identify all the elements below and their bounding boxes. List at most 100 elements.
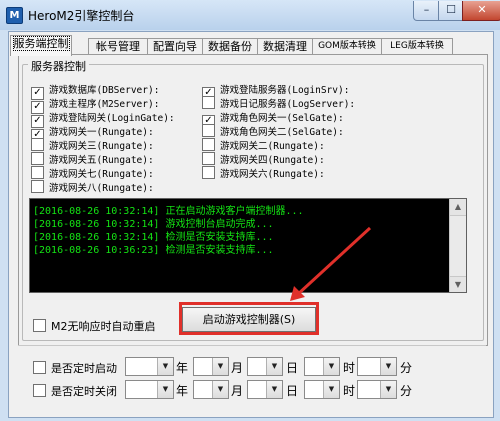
- chevron-down-icon: ▼: [157, 381, 173, 398]
- tab-label: LEG版本转换: [390, 41, 444, 51]
- console-line: [2016-08-26 10:36:23] 检测是否安装支持库...: [33, 245, 274, 256]
- checkbox-rungate-6[interactable]: 游戏网关六(Rungate):: [202, 166, 325, 180]
- checkbox-logingate[interactable]: ✓ 游戏登陆网关(LoginGate):: [31, 110, 175, 128]
- tab-server-control[interactable]: 服务端控制: [10, 35, 72, 56]
- year-select[interactable]: ▼: [125, 357, 174, 376]
- checkbox-auto-restart[interactable]: M2无响应时自动重启: [33, 318, 156, 334]
- tab-data-backup[interactable]: 数据备份: [202, 38, 258, 54]
- checkbox-rungate-3[interactable]: 游戏网关三(Rungate):: [31, 138, 154, 152]
- unit-label: 时: [343, 384, 356, 398]
- checkbox-label: 游戏登陆网关(LoginGate):: [49, 113, 175, 124]
- checkbox-rungate-4[interactable]: 游戏网关四(Rungate):: [202, 152, 325, 166]
- chevron-down-icon: ▼: [212, 381, 228, 398]
- checkbox-rungate-8[interactable]: 游戏网关八(Rungate):: [31, 180, 154, 194]
- tab-config-wizard[interactable]: 配置向导: [147, 38, 203, 54]
- month-select[interactable]: ▼: [193, 357, 229, 376]
- day-select[interactable]: ▼: [247, 357, 283, 376]
- unit-label: 月: [231, 361, 244, 375]
- day-select[interactable]: ▼: [247, 380, 283, 399]
- checkbox-schedule-stop[interactable]: 是否定时关闭: [33, 383, 117, 399]
- checkbox-dbserver[interactable]: ✓ 游戏数据库(DBServer):: [31, 82, 160, 100]
- hour-select[interactable]: ▼: [304, 380, 340, 399]
- close-button[interactable]: ✕: [462, 1, 500, 21]
- checkbox-schedule-start[interactable]: 是否定时启动: [33, 360, 117, 376]
- start-controller-button[interactable]: 启动游戏控制器(S): [182, 307, 316, 332]
- checkbox-box[interactable]: [33, 319, 46, 332]
- checkbox-rungate-1[interactable]: ✓ 游戏网关一(Rungate):: [31, 124, 154, 142]
- checkbox-box[interactable]: [33, 384, 46, 397]
- unit-label: 年: [176, 384, 189, 398]
- checkbox-label: 游戏角色网关二(SelGate):: [220, 127, 344, 138]
- tab-label: 数据清理: [263, 40, 307, 53]
- checkbox-label: 是否定时关闭: [51, 385, 117, 398]
- checkbox-label: 游戏网关八(Rungate):: [49, 183, 154, 194]
- checkbox-label: 游戏网关二(Rungate):: [220, 141, 325, 152]
- checkbox-box[interactable]: [202, 96, 215, 109]
- checkbox-label: 游戏网关五(Rungate):: [49, 155, 154, 166]
- minute-select[interactable]: ▼: [357, 380, 397, 399]
- checkbox-selgate-2[interactable]: 游戏角色网关二(SelGate):: [202, 124, 344, 138]
- divider: [18, 345, 486, 346]
- checkbox-box[interactable]: [31, 166, 44, 179]
- checkbox-label: 游戏日记服务器(LogServer):: [220, 99, 356, 110]
- unit-label: 分: [400, 384, 413, 398]
- unit-label: 年: [176, 361, 189, 375]
- scroll-down-icon[interactable]: ▼: [450, 276, 466, 292]
- unit-label: 时: [343, 361, 356, 375]
- title-bar[interactable]: M HeroM2引擎控制台 – ☐ ✕: [0, 0, 500, 30]
- checkbox-box[interactable]: [202, 124, 215, 137]
- scroll-up-icon[interactable]: ▲: [450, 199, 466, 216]
- checkbox-rungate-2[interactable]: 游戏网关二(Rungate):: [202, 138, 325, 152]
- checkbox-box[interactable]: [202, 166, 215, 179]
- tab-label: 帐号管理: [96, 40, 140, 53]
- main-window: M HeroM2引擎控制台 – ☐ ✕ 服务端控制 帐号管理 配置向导 数据备份…: [0, 0, 500, 421]
- checkbox-label: 游戏网关七(Rungate):: [49, 169, 154, 180]
- unit-label: 日: [286, 384, 299, 398]
- window-title: HeroM2引擎控制台: [28, 9, 135, 23]
- console-log[interactable]: [2016-08-26 10:32:14] 正在启动游戏客户端控制器... [2…: [29, 198, 467, 293]
- chevron-down-icon: ▼: [380, 381, 396, 398]
- checkbox-box[interactable]: [31, 180, 44, 193]
- group-title: 服务器控制: [28, 58, 89, 74]
- tab-label: 数据备份: [208, 40, 252, 53]
- chevron-down-icon: ▼: [266, 358, 282, 375]
- checkbox-box[interactable]: [202, 138, 215, 151]
- unit-label: 日: [286, 361, 299, 375]
- checkbox-rungate-5[interactable]: 游戏网关五(Rungate):: [31, 152, 154, 166]
- checkbox-label: 游戏主程序(M2Server):: [49, 99, 160, 110]
- checkbox-box[interactable]: [31, 152, 44, 165]
- checkbox-logserver[interactable]: 游戏日记服务器(LogServer):: [202, 96, 355, 110]
- checkbox-box[interactable]: [33, 361, 46, 374]
- checkbox-rungate-7[interactable]: 游戏网关七(Rungate):: [31, 166, 154, 180]
- hour-select[interactable]: ▼: [304, 357, 340, 376]
- minimize-button[interactable]: –: [413, 1, 440, 21]
- tab-label: 配置向导: [153, 40, 197, 53]
- tab-account-management[interactable]: 帐号管理: [88, 38, 148, 54]
- checkbox-selgate-1[interactable]: ✓ 游戏角色网关一(SelGate):: [202, 110, 344, 128]
- checkbox-label: 是否定时启动: [51, 362, 117, 375]
- checkbox-box[interactable]: [202, 152, 215, 165]
- chevron-down-icon: ▼: [323, 358, 339, 375]
- tab-gom-convert[interactable]: GOM版本转换: [312, 38, 382, 54]
- month-select[interactable]: ▼: [193, 380, 229, 399]
- chevron-down-icon: ▼: [380, 358, 396, 375]
- console-scrollbar[interactable]: ▲ ▼: [449, 199, 466, 292]
- app-icon: M: [6, 7, 23, 24]
- tab-data-cleanup[interactable]: 数据清理: [257, 38, 313, 54]
- chevron-down-icon: ▼: [323, 381, 339, 398]
- checkbox-m2server[interactable]: ✓ 游戏主程序(M2Server):: [31, 96, 160, 114]
- checkbox-label: 游戏角色网关一(SelGate):: [220, 113, 344, 124]
- chevron-down-icon: ▼: [212, 358, 228, 375]
- checkbox-label: 游戏数据库(DBServer):: [49, 85, 160, 96]
- unit-label: 分: [400, 361, 413, 375]
- checkbox-label: 游戏登陆服务器(LoginSrv):: [220, 85, 350, 96]
- checkbox-label: 游戏网关四(Rungate):: [220, 155, 325, 166]
- tab-leg-convert[interactable]: LEG版本转换: [381, 38, 453, 54]
- checkbox-label: 游戏网关一(Rungate):: [49, 127, 154, 138]
- chevron-down-icon: ▼: [157, 358, 173, 375]
- maximize-button[interactable]: ☐: [438, 1, 464, 21]
- checkbox-box[interactable]: [31, 138, 44, 151]
- year-select[interactable]: ▼: [125, 380, 174, 399]
- checkbox-loginsrv[interactable]: ✓ 游戏登陆服务器(LoginSrv):: [202, 82, 350, 100]
- minute-select[interactable]: ▼: [357, 357, 397, 376]
